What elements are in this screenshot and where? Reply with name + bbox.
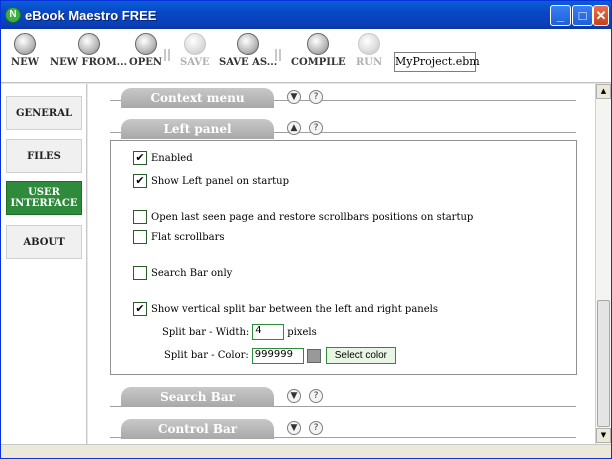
- run-label: RUN: [356, 57, 383, 68]
- restore-last-page-label: Open last seen page and restore scrollba…: [151, 211, 474, 223]
- toolbar-separator: [164, 49, 170, 61]
- scroll-up-arrow-icon[interactable]: ▲: [596, 84, 611, 99]
- close-button[interactable]: ✕: [593, 5, 609, 26]
- split-width-unit: pixels: [287, 326, 317, 338]
- save-as-button[interactable]: SAVE AS...: [219, 33, 277, 68]
- collapse-chevron-icon[interactable]: ▲: [287, 121, 301, 135]
- save-as-label: SAVE AS...: [219, 57, 278, 68]
- minimize-button[interactable]: _: [550, 5, 571, 26]
- select-color-button[interactable]: Select color: [325, 347, 397, 364]
- new-from-button[interactable]: NEW FROM...: [50, 33, 127, 68]
- section-header-context-menu[interactable]: Context menu: [121, 88, 274, 108]
- flat-scrollbars-label: Flat scrollbars: [151, 231, 225, 243]
- option-search-bar-only[interactable]: Search Bar only: [133, 266, 232, 280]
- split-color-input[interactable]: 999999: [251, 347, 304, 364]
- help-icon[interactable]: ?: [309, 389, 323, 403]
- option-flat-scrollbars[interactable]: Flat scrollbars: [133, 230, 225, 244]
- search-bar-only-checkbox[interactable]: [133, 266, 147, 280]
- maximize-button[interactable]: □: [572, 5, 593, 26]
- help-icon[interactable]: ?: [309, 90, 323, 104]
- split-width-input[interactable]: 4: [252, 324, 285, 340]
- expand-chevron-icon[interactable]: ▼: [287, 90, 301, 104]
- split-width-row: Split bar - Width: 4 pixels: [162, 324, 317, 340]
- flat-scrollbars-checkbox[interactable]: [133, 230, 147, 244]
- toolbar-separator: [275, 49, 281, 61]
- nav-user-interface[interactable]: USER INTERFACE: [6, 181, 82, 215]
- save-button[interactable]: SAVE: [180, 33, 210, 68]
- new-from-icon: [77, 33, 100, 55]
- nav-files[interactable]: FILES: [6, 139, 82, 173]
- split-bar-label: Show vertical split bar between the left…: [151, 303, 438, 315]
- option-enabled[interactable]: ✔ Enabled: [133, 151, 193, 165]
- section-header-control-bar[interactable]: Control Bar: [121, 419, 274, 439]
- split-bar-checkbox[interactable]: ✔: [133, 302, 147, 316]
- open-button[interactable]: OPEN: [129, 33, 162, 68]
- split-width-label: Split bar - Width:: [162, 326, 250, 338]
- app-logo-icon: N: [5, 7, 21, 23]
- split-color-row: Split bar - Color: 999999 Select color: [164, 347, 397, 364]
- enabled-checkbox[interactable]: ✔: [133, 151, 147, 165]
- main-toolbar: NEW NEW FROM... OPEN SAVE SAVE AS... COM…: [1, 29, 611, 83]
- compile-label: COMPILE: [291, 57, 346, 68]
- new-label: NEW: [11, 57, 39, 68]
- compile-button[interactable]: COMPILE: [291, 33, 346, 68]
- title-bar[interactable]: N eBook Maestro FREE _ □ ✕: [1, 1, 611, 29]
- vertical-scrollbar[interactable]: ▲ ▼: [595, 84, 611, 444]
- compile-icon: [307, 33, 330, 55]
- scroll-thumb[interactable]: [597, 300, 610, 427]
- project-name-field[interactable]: MyProject.ebm: [394, 52, 480, 72]
- new-from-label: NEW FROM...: [50, 57, 128, 68]
- left-panel-options: ✔ Enabled ✔ Show Left panel on startup O…: [110, 140, 577, 375]
- settings-content: Context menu ▼ ? Left panel ▲ ? ✔ Enable…: [88, 84, 595, 444]
- section-header-search-bar[interactable]: Search Bar: [121, 387, 274, 407]
- new-button[interactable]: NEW: [11, 33, 39, 68]
- section-header-left-panel[interactable]: Left panel: [121, 119, 274, 139]
- save-label: SAVE: [180, 57, 210, 68]
- nav-general[interactable]: GENERAL: [6, 96, 82, 130]
- search-bar-only-label: Search Bar only: [151, 267, 233, 279]
- help-icon[interactable]: ?: [309, 121, 323, 135]
- status-bar: [1, 444, 611, 458]
- split-color-label: Split bar - Color:: [164, 350, 249, 361]
- help-icon[interactable]: ?: [309, 421, 323, 435]
- new-icon: [14, 33, 36, 55]
- restore-last-page-checkbox[interactable]: [133, 210, 147, 224]
- show-on-startup-checkbox[interactable]: ✔: [133, 174, 147, 188]
- color-swatch[interactable]: [306, 348, 321, 363]
- app-window: N eBook Maestro FREE _ □ ✕ NEW NEW FROM.…: [0, 0, 612, 459]
- expand-chevron-icon[interactable]: ▼: [287, 421, 301, 435]
- show-on-startup-label: Show Left panel on startup: [151, 175, 289, 187]
- option-show-on-startup[interactable]: ✔ Show Left panel on startup: [133, 174, 289, 188]
- option-restore-last-page[interactable]: Open last seen page and restore scrollba…: [133, 210, 473, 224]
- window-title: eBook Maestro FREE: [25, 8, 157, 23]
- option-split-bar[interactable]: ✔ Show vertical split bar between the le…: [133, 302, 438, 316]
- nav-about[interactable]: ABOUT: [6, 225, 82, 259]
- sidebar-nav: GENERAL FILES USER INTERFACE ABOUT: [1, 84, 87, 458]
- scroll-down-arrow-icon[interactable]: ▼: [596, 428, 611, 443]
- save-as-icon: [237, 33, 260, 55]
- enabled-label: Enabled: [151, 152, 193, 164]
- save-icon: [183, 33, 206, 55]
- open-icon: [134, 33, 157, 55]
- run-button[interactable]: RUN: [356, 33, 382, 68]
- open-label: OPEN: [129, 57, 162, 68]
- run-icon: [358, 33, 381, 55]
- expand-chevron-icon[interactable]: ▼: [287, 389, 301, 403]
